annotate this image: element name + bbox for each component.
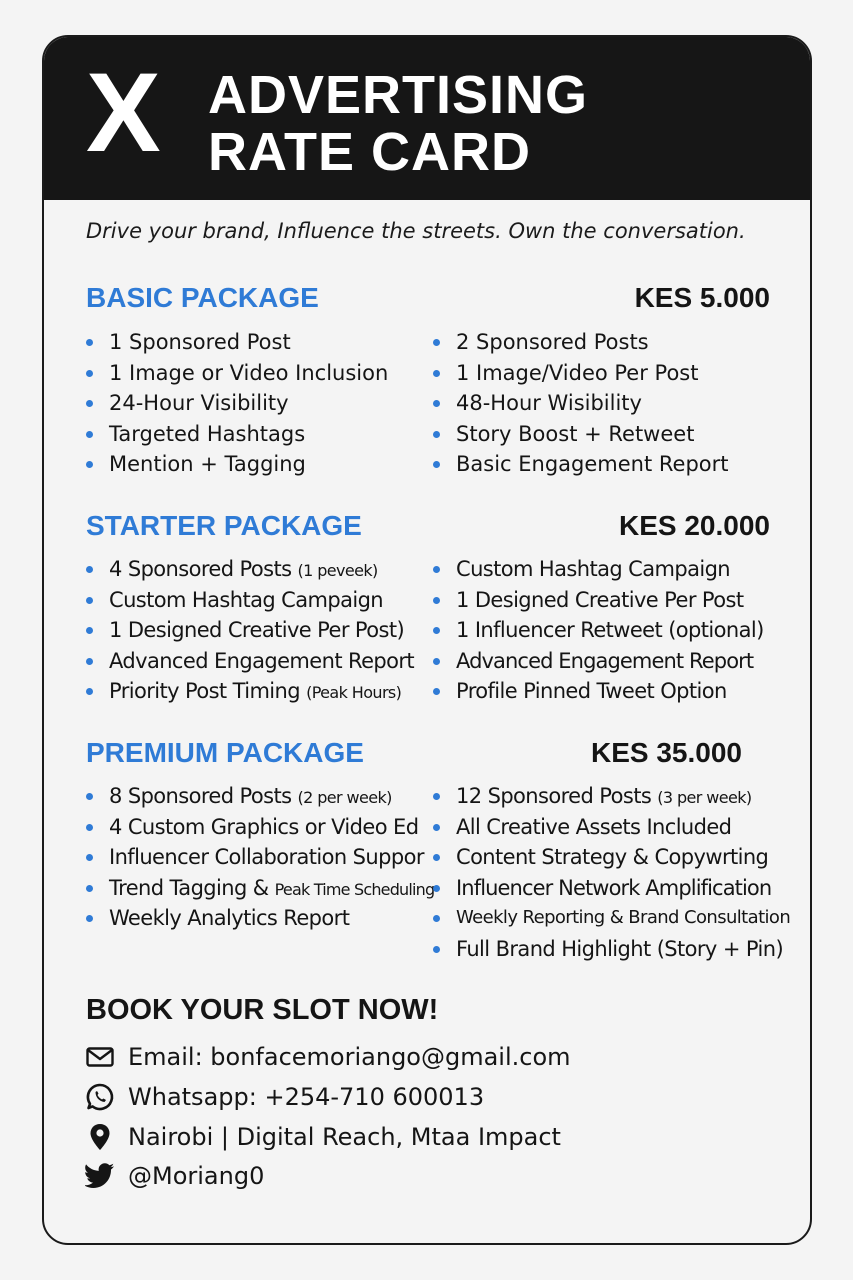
list-item: Basic Engagement Report <box>433 449 729 480</box>
list-item: Content Strategy & Copywrting <box>433 842 790 873</box>
twitter-bird-icon <box>84 1160 116 1192</box>
whatsapp-text: Whatsapp: +254-710 600013 <box>128 1083 485 1111</box>
premium-right-list: 12 Sponsored Posts (3 per week) All Crea… <box>433 781 791 965</box>
list-item: Priority Post Timing (Peak Hours) <box>86 676 414 707</box>
basic-right-list: 2 Sponsored Posts 1 Image/Video Per Post… <box>433 327 729 480</box>
starter-left-list: 4 Sponsored Posts (1 peveek) Custom Hash… <box>86 554 415 707</box>
premium-package-title: PREMIUM PACKAGE <box>86 737 364 768</box>
list-item: Weekly Analytics Report <box>86 903 434 934</box>
list-item: 1 Image or Video Inclusion <box>86 358 388 389</box>
list-item: Influencer Network Amplification <box>433 873 790 904</box>
title-line-2: RATE CARD <box>208 122 531 182</box>
list-item: Advanced Engagement Report <box>86 646 415 677</box>
basic-package-price: KES 5.000 <box>634 282 770 313</box>
rate-card: X ADVERTISING RATE CARD Drive your brand… <box>42 35 812 1245</box>
starter-package-title: STARTER PACKAGE <box>86 510 362 541</box>
envelope-icon <box>84 1041 116 1073</box>
location-pin-icon <box>84 1121 116 1153</box>
twitter-contact[interactable]: @Moriang0 <box>84 1159 264 1193</box>
basic-left-list: 1 Sponsored Post 1 Image or Video Inclus… <box>86 327 388 480</box>
email-text: Email: bonfacemoriango@gmail.com <box>128 1043 571 1071</box>
list-item: 48-Hour Wisibility <box>433 388 729 419</box>
starter-right-list: Custom Hashtag Campaign 1 Designed Creat… <box>433 554 764 707</box>
whatsapp-icon <box>84 1081 116 1113</box>
list-item: All Creative Assets Included <box>433 812 790 843</box>
whatsapp-contact[interactable]: Whatsapp: +254-710 600013 <box>84 1080 484 1114</box>
location-contact: Nairobi | Digital Reach, Mtaa Impact <box>84 1120 561 1154</box>
list-item: 4 Sponsored Posts (1 peveek) <box>86 554 414 585</box>
list-item: Targeted Hashtags <box>86 419 388 450</box>
list-item: 1 Sponsored Post <box>86 327 388 358</box>
list-item: 2 Sponsored Posts <box>433 327 729 358</box>
twitter-handle: @Moriang0 <box>128 1162 265 1190</box>
location-text: Nairobi | Digital Reach, Mtaa Impact <box>128 1123 561 1151</box>
book-slot-heading: BOOK YOUR SLOT NOW! <box>86 994 439 1026</box>
title-line-1: ADVERTISING <box>208 65 589 125</box>
email-contact[interactable]: Email: bonfacemoriango@gmail.com <box>84 1040 571 1074</box>
list-item: 24-Hour Visibility <box>86 388 388 419</box>
list-item: Story Boost + Retweet <box>433 419 729 450</box>
starter-package-price: KES 20.000 <box>619 510 770 541</box>
list-item: Advanced Engagement Report <box>433 646 764 677</box>
header-banner: X ADVERTISING RATE CARD <box>44 37 810 200</box>
basic-package-title: BASIC PACKAGE <box>86 282 319 313</box>
list-item: 1 Designed Creative Per Post <box>433 585 764 616</box>
list-item: 1 Designed Creative Per Post) <box>86 615 414 646</box>
list-item: 1 Image/Video Per Post <box>433 358 729 389</box>
list-item: Trend Tagging & Peak Time Scheduling <box>86 873 435 904</box>
premium-package-price: KES 35.000 <box>591 737 742 768</box>
tagline: Drive your brand, Influence the streets.… <box>86 219 746 243</box>
list-item: 8 Sponsored Posts (2 per week) <box>86 781 434 812</box>
list-item: Full Brand Highlight (Story + Pin) <box>433 934 790 965</box>
list-item: 1 Influencer Retweet (optional) <box>433 615 764 646</box>
list-item: 12 Sponsored Posts (3 per week) <box>433 781 790 812</box>
list-item: Custom Hashtag Campaign <box>433 554 764 585</box>
list-item: Profile Pinned Tweet Option <box>433 676 764 707</box>
list-item: Custom Hashtag Campaign <box>86 585 414 616</box>
premium-left-list: 8 Sponsored Posts (2 per week) 4 Custom … <box>86 781 435 934</box>
list-item: Mention + Tagging <box>86 449 388 480</box>
list-item: Influencer Collaboration Suppor <box>86 842 434 873</box>
list-item: 4 Custom Graphics or Video Ed <box>86 812 434 843</box>
x-logo: X <box>86 50 161 175</box>
list-item: Weekly Reporting & Brand Consultation <box>433 903 791 934</box>
